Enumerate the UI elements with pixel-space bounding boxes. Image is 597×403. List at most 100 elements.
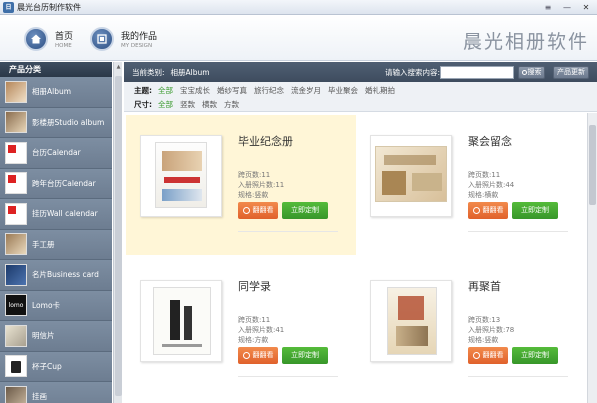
home-icon bbox=[24, 27, 48, 51]
product-update-button[interactable]: 产品更新 bbox=[553, 66, 589, 79]
sidebar-item-label: 手工册 bbox=[32, 239, 55, 249]
product-title[interactable]: 聚会留念 bbox=[468, 133, 512, 149]
sidebar-item-label: 台历Calendar bbox=[32, 148, 81, 158]
product-spec: 规格:竖款 bbox=[238, 191, 269, 199]
sidebar-item-postcard[interactable]: 明信片 bbox=[0, 321, 112, 352]
category-bar: 当前类别: 相册Album 请输入搜索内容: 搜索 产品更新 bbox=[124, 62, 597, 82]
theme-filter-label: 主题: bbox=[134, 86, 152, 95]
product-spec: 规格:竖款 bbox=[468, 336, 499, 344]
theme-option-graduation[interactable]: 毕业聚会 bbox=[328, 85, 358, 96]
current-category: 当前类别: 相册Album bbox=[132, 67, 210, 78]
postcard-icon bbox=[5, 324, 27, 347]
product-cover-image[interactable] bbox=[140, 135, 222, 217]
sidebar-item-wall-calendar[interactable]: 挂历Wall calendar bbox=[0, 199, 112, 230]
product-title[interactable]: 毕业纪念册 bbox=[238, 133, 293, 149]
search-input[interactable] bbox=[440, 66, 514, 79]
business-card-icon bbox=[5, 263, 27, 286]
studio-album-icon bbox=[5, 111, 27, 134]
size-filter-label: 尺寸: bbox=[134, 100, 152, 109]
product-card[interactable]: 聚会留念 跨页数:11 入册照片数:44 规格:横款 翻翻看 立即定制 bbox=[356, 115, 586, 255]
sidebar-item-label: 跨年台历Calendar bbox=[32, 178, 96, 188]
content-scroll-thumb[interactable] bbox=[589, 125, 596, 205]
size-option-landscape[interactable]: 横款 bbox=[202, 99, 217, 110]
product-cover-image[interactable] bbox=[140, 280, 222, 362]
cup-icon bbox=[5, 355, 27, 378]
painting-icon bbox=[5, 385, 27, 403]
sidebar-item-label: 挂历Wall calendar bbox=[32, 209, 98, 219]
size-option-portrait[interactable]: 竖款 bbox=[180, 99, 195, 110]
minimize-button[interactable]: — bbox=[558, 1, 576, 13]
nav-my-design[interactable]: 我的作品 MY DESIGN bbox=[90, 25, 157, 53]
sidebar-item-lomo[interactable]: lomo Lomo卡 bbox=[0, 290, 112, 321]
nav-home-label: 首页 bbox=[55, 32, 74, 42]
product-photos: 入册照片数:44 bbox=[468, 181, 515, 189]
sidebar-item-calendar[interactable]: 台历Calendar bbox=[0, 138, 112, 169]
customize-now-button[interactable]: 立即定制 bbox=[282, 347, 328, 364]
window-titlebar: 日 晨光台历制作软件 ≡ — ✕ bbox=[0, 0, 597, 15]
size-option-square[interactable]: 方款 bbox=[224, 99, 239, 110]
theme-option-golden-years[interactable]: 流金岁月 bbox=[291, 85, 321, 96]
scroll-up-icon[interactable]: ▲ bbox=[115, 64, 122, 73]
wall-calendar-icon bbox=[5, 202, 27, 225]
sidebar-item-business-card[interactable]: 名片Business card bbox=[0, 260, 112, 291]
customize-now-button[interactable]: 立即定制 bbox=[282, 202, 328, 219]
search-button-label: 搜索 bbox=[527, 68, 542, 76]
sidebar-item-cup[interactable]: 杯子Cup bbox=[0, 351, 112, 382]
product-grid: 毕业纪念册 跨页数:11 入册照片数:11 规格:竖款 翻翻看 立即定制 聚会留… bbox=[124, 113, 586, 403]
flip-preview-label: 翻翻看 bbox=[252, 351, 274, 359]
product-info: 跨页数:13 入册照片数:78 规格:竖款 bbox=[468, 315, 514, 345]
customize-now-button[interactable]: 立即定制 bbox=[512, 347, 558, 364]
sidebar-title: 产品分类 bbox=[0, 62, 112, 77]
product-cover-image[interactable] bbox=[370, 280, 452, 362]
product-pages: 跨页数:11 bbox=[238, 316, 271, 324]
sidebar-item-album[interactable]: 相册Album bbox=[0, 77, 112, 108]
product-title[interactable]: 再聚首 bbox=[468, 278, 501, 294]
product-title[interactable]: 同学录 bbox=[238, 278, 271, 294]
product-actions: 翻翻看 立即定制 bbox=[238, 202, 328, 219]
app-icon: 日 bbox=[3, 2, 14, 13]
customize-now-button[interactable]: 立即定制 bbox=[512, 202, 558, 219]
flip-preview-button[interactable]: 翻翻看 bbox=[238, 202, 278, 219]
category-sidebar: 产品分类 相册Album 影楼册Studio album 台历Calendar … bbox=[0, 62, 112, 403]
size-option-all[interactable]: 全部 bbox=[158, 99, 173, 110]
sidebar-item-label: 杯子Cup bbox=[32, 361, 62, 371]
product-pages: 跨页数:11 bbox=[238, 171, 271, 179]
product-info: 跨页数:11 入册照片数:11 规格:竖款 bbox=[238, 170, 284, 200]
flip-preview-button[interactable]: 翻翻看 bbox=[238, 347, 278, 364]
sidebar-item-cross-year-calendar[interactable]: 跨年台历Calendar bbox=[0, 168, 112, 199]
calendar-icon bbox=[5, 141, 27, 164]
flip-icon bbox=[472, 352, 480, 359]
flip-icon bbox=[472, 207, 480, 214]
theme-option-all[interactable]: 全部 bbox=[158, 85, 173, 96]
flip-preview-button[interactable]: 翻翻看 bbox=[468, 202, 508, 219]
flip-preview-button[interactable]: 翻翻看 bbox=[468, 347, 508, 364]
product-cover-image[interactable] bbox=[370, 135, 452, 217]
filter-panel: 主题: 全部 宝宝成长 婚纱写真 旅行纪念 流金岁月 毕业聚会 婚礼期拍 尺寸:… bbox=[124, 82, 597, 112]
sidebar-item-handmade[interactable]: 手工册 bbox=[0, 229, 112, 260]
nav-home[interactable]: 首页 HOME bbox=[24, 25, 73, 53]
product-card[interactable]: 再聚首 跨页数:13 入册照片数:78 规格:竖款 翻翻看 立即定制 bbox=[356, 260, 586, 400]
search-button[interactable]: 搜索 bbox=[518, 66, 545, 79]
product-photos: 入册照片数:11 bbox=[238, 181, 285, 189]
theme-option-baby[interactable]: 宝宝成长 bbox=[180, 85, 210, 96]
menu-button[interactable]: ≡ bbox=[539, 1, 557, 13]
theme-filter-row: 主题: 全部 宝宝成长 婚纱写真 旅行纪念 流金岁月 毕业聚会 婚礼期拍 bbox=[134, 84, 402, 97]
divider bbox=[238, 376, 338, 377]
sidebar-scroll-thumb[interactable] bbox=[115, 76, 122, 396]
product-actions: 翻翻看 立即定制 bbox=[468, 347, 558, 364]
product-card[interactable]: 同学录 跨页数:11 入册照片数:41 规格:方款 翻翻看 立即定制 bbox=[126, 260, 356, 400]
product-card[interactable]: 毕业纪念册 跨页数:11 入册照片数:11 规格:竖款 翻翻看 立即定制 bbox=[126, 115, 356, 255]
theme-option-travel[interactable]: 旅行纪念 bbox=[254, 85, 284, 96]
sidebar-item-label: 影楼册Studio album bbox=[32, 117, 105, 127]
theme-option-wedding[interactable]: 婚礼期拍 bbox=[365, 85, 395, 96]
sidebar-scrollbar[interactable]: ▲ bbox=[113, 62, 122, 403]
content-scrollbar[interactable] bbox=[587, 113, 597, 403]
nav-my-design-sub: MY DESIGN bbox=[121, 43, 153, 49]
header: 首页 HOME 我的作品 MY DESIGN 晨光相册软件 bbox=[0, 15, 597, 61]
sidebar-item-label: Lomo卡 bbox=[32, 300, 61, 310]
sidebar-item-painting[interactable]: 挂画 bbox=[0, 382, 112, 403]
sidebar-item-studio-album[interactable]: 影楼册Studio album bbox=[0, 107, 112, 138]
close-button[interactable]: ✕ bbox=[577, 1, 595, 13]
theme-option-wedding-photo[interactable]: 婚纱写真 bbox=[217, 85, 247, 96]
sidebar-item-label: 明信片 bbox=[32, 331, 55, 341]
